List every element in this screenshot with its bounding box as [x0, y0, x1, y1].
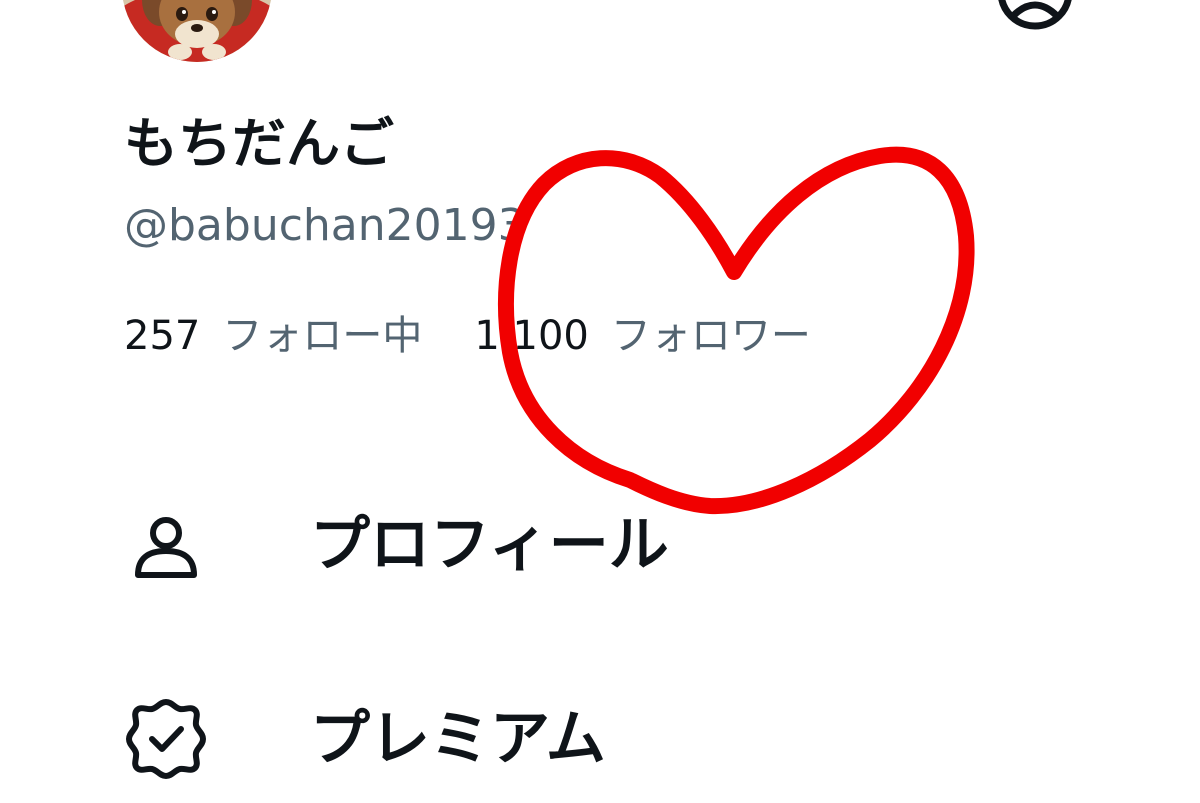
display-name: もちだんご [124, 112, 394, 175]
followers-link[interactable]: 1,100 フォロワー [474, 306, 811, 366]
follow-stats: 257 フォロー中 1,100 フォロワー [124, 306, 811, 366]
verified-badge-icon [124, 697, 208, 781]
menu-item-profile-label: プロフィール [310, 510, 669, 580]
following-count: 257 [124, 313, 201, 359]
avatar[interactable] [122, 0, 272, 62]
following-link[interactable]: 257 フォロー中 [124, 306, 422, 366]
person-icon [124, 503, 208, 587]
menu-item-premium[interactable]: プレミアム [124, 684, 606, 794]
following-label: フォロー中 [222, 313, 423, 359]
dog-avatar-icon [122, 0, 272, 62]
followers-count: 1,100 [474, 313, 589, 359]
account-switch-icon[interactable] [993, 0, 1077, 56]
menu-item-premium-label: プレミアム [310, 704, 606, 774]
user-handle: @babuchan20193 [124, 200, 526, 251]
menu-item-profile[interactable]: プロフィール [124, 490, 669, 600]
followers-label: フォロワー [610, 313, 811, 359]
